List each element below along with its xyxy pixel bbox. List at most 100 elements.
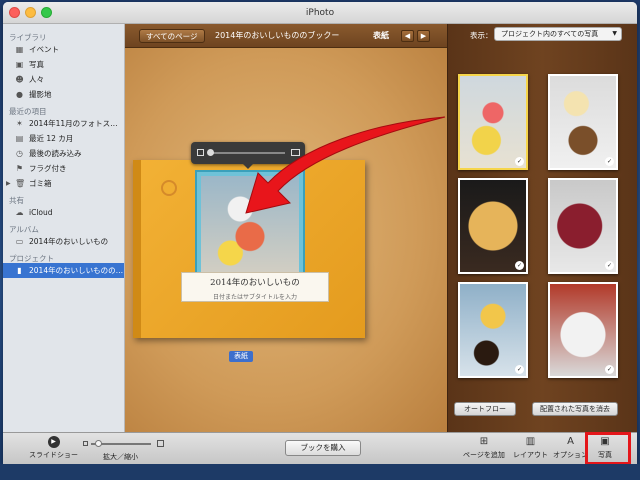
annotation-arrow-shape [245, 116, 446, 214]
calendar-icon: ▤ [15, 134, 24, 143]
autoflow-button[interactable]: オートフロー [454, 402, 516, 416]
sidebar-item-places[interactable]: ● 撮影地 [3, 87, 124, 102]
last-import-icon: ◷ [16, 149, 23, 158]
previous-page-button[interactable]: ◀ [401, 30, 414, 42]
current-page-label: 表紙 [373, 31, 389, 40]
zoom-slider-knob[interactable] [95, 440, 102, 447]
add-page-button[interactable]: ⊞ ページを追加 [463, 436, 505, 460]
slideshow-button[interactable]: ▶ スライドショー [29, 436, 78, 460]
cover-title[interactable]: 2014年のおいしいもの [182, 276, 328, 288]
options-label: オプション [553, 451, 588, 459]
photo-thumbnail[interactable]: ✓ [548, 74, 618, 170]
annotation-arrow [245, 116, 446, 214]
bottom-toolbar: ▶ スライドショー 拡大／縮小 ブックを購入 ⊞ ページを追加 ▥ レイアウト … [3, 432, 637, 464]
trash-icon: 🗑 [15, 179, 26, 188]
sidebar-item-label: 2014年のおいしいものの… [29, 266, 124, 275]
photos-icon: ▣ [15, 60, 24, 69]
sidebar-item-label: 人々 [29, 75, 44, 84]
close-button[interactable] [9, 7, 20, 18]
title-bar: iPhoto [3, 2, 637, 24]
sidebar-item-photos[interactable]: ▣ 写真 [3, 57, 124, 72]
book-title: 2014年のおいしいもののブックー [215, 31, 340, 40]
sidebar-item-label: 2014年11月のフォトス… [29, 119, 118, 128]
play-icon: ▶ [47, 436, 60, 448]
layout-button[interactable]: ▥ レイアウト [513, 436, 548, 460]
photo-thumbnail[interactable]: ✓ [458, 282, 528, 378]
disclosure-triangle-icon[interactable]: ▶ [6, 176, 11, 191]
sidebar-header-recent: 最近の項目 [9, 107, 47, 116]
sidebar-header-albums: アルバム [9, 225, 39, 234]
events-icon: ▦ [15, 45, 24, 54]
view-label: 表示： [470, 31, 493, 40]
places-icon: ● [16, 90, 23, 99]
sidebar-item-book-project[interactable]: ▮ 2014年のおいしいものの… [3, 263, 124, 278]
flag-icon: ⚑ [15, 164, 24, 173]
sidebar-item-label: iCloud [29, 208, 53, 217]
album-icon: ▭ [15, 237, 24, 246]
book-icon: ▮ [17, 266, 22, 275]
small-zoom-icon [83, 441, 88, 446]
next-page-button[interactable]: ▶ [417, 30, 430, 42]
photostream-icon: ✶ [16, 119, 23, 128]
sidebar-item-faces[interactable]: ☻ 人々 [3, 72, 124, 87]
iphoto-window: iPhoto ライブラリ ▦ イベント ▣ 写真 ☻ 人々 ● 撮影地 最近の項目 ✶ 2… [3, 2, 637, 464]
checkmark-icon: ✓ [515, 157, 524, 166]
book-header-bar: すべてのページ 2014年のおいしいもののブックー 表紙 ◀ ▶ [125, 24, 447, 48]
sidebar-item-label: イベント [29, 45, 59, 54]
arrow-right-icon: ▶ [420, 32, 427, 40]
checkmark-icon: ✓ [605, 157, 614, 166]
sidebar-item-trash[interactable]: ▶ 🗑 ゴミ箱 [3, 176, 124, 191]
checkmark-icon: ✓ [515, 365, 524, 374]
arrow-left-icon: ◀ [404, 32, 411, 40]
sidebar-item-label: 2014年のおいしいもの [29, 237, 109, 246]
zoom-label: 拡大／縮小 [103, 453, 138, 461]
photo-thumbnail[interactable]: ✓ [458, 74, 528, 170]
sidebar-item-album[interactable]: ▭ 2014年のおいしいもの [3, 234, 124, 249]
cover-page-tag[interactable]: 表紙 [229, 351, 253, 362]
photo-browser: 表示： プロジェクト内のすべての写真 ▼ ✓ ✓ ✓ ✓ ✓ ✓ オートフロー 配… [447, 24, 637, 432]
view-select[interactable]: プロジェクト内のすべての写真 ▼ [494, 27, 622, 41]
sidebar: ライブラリ ▦ イベント ▣ 写真 ☻ 人々 ● 撮影地 最近の項目 ✶ 2014年11月… [3, 24, 125, 432]
sidebar-item-label: 最後の読み込み [29, 149, 82, 158]
faces-icon: ☻ [15, 75, 24, 84]
options-button[interactable]: A オプション [553, 436, 588, 460]
photo-thumbnail[interactable]: ✓ [548, 178, 618, 274]
sidebar-item-label: フラグ付き [29, 164, 67, 173]
checkmark-icon: ✓ [515, 261, 524, 270]
sidebar-item-icloud[interactable]: ☁ iCloud [3, 205, 124, 220]
sidebar-item-label: 最近 12 カ月 [29, 134, 74, 143]
sidebar-item-photostream[interactable]: ✶ 2014年11月のフォトス… [3, 116, 124, 131]
large-zoom-icon [157, 440, 164, 447]
book-editor: すべてのページ 2014年のおいしいもののブックー 表紙 ◀ ▶ 2014年のお… [125, 24, 447, 432]
buy-book-button[interactable]: ブックを購入 [285, 440, 361, 456]
sidebar-item-label: 写真 [29, 60, 44, 69]
sidebar-item-last-import[interactable]: ◷ 最後の読み込み [3, 146, 124, 161]
chevron-down-icon: ▼ [612, 30, 617, 37]
sidebar-item-label: ゴミ箱 [29, 179, 52, 188]
photo-thumbnail[interactable]: ✓ [548, 282, 618, 378]
sidebar-item-label: 撮影地 [29, 90, 52, 99]
minimize-button[interactable] [25, 7, 36, 18]
photo-thumbnail[interactable]: ✓ [458, 178, 528, 274]
add-page-icon: ⊞ [479, 436, 489, 447]
window-title: iPhoto [305, 8, 335, 18]
desktop-background [0, 464, 640, 480]
slideshow-label: スライドショー [29, 451, 78, 459]
options-icon: A [567, 436, 574, 447]
sidebar-item-events[interactable]: ▦ イベント [3, 42, 124, 57]
cover-subtitle[interactable]: 日付またはサブタイトルを入力 [182, 292, 328, 301]
clear-placed-photos-button[interactable]: 配置された写真を消去 [532, 402, 618, 416]
sidebar-item-last-12-months[interactable]: ▤ 最近 12 カ月 [3, 131, 124, 146]
cloud-icon: ☁ [15, 208, 24, 217]
checkmark-icon: ✓ [605, 261, 614, 270]
layout-icon: ▥ [525, 436, 536, 447]
zoom-window-button[interactable] [41, 7, 52, 18]
sidebar-item-flagged[interactable]: ⚑ フラグ付き [3, 161, 124, 176]
all-pages-button[interactable]: すべてのページ [139, 29, 205, 43]
sidebar-header-shared: 共有 [9, 196, 24, 205]
sidebar-header-library: ライブラリ [9, 33, 47, 42]
add-page-label: ページを追加 [463, 451, 505, 459]
photos-button-highlight [585, 432, 631, 464]
view-select-value: プロジェクト内のすべての写真 [501, 30, 599, 38]
cover-caption[interactable]: 2014年のおいしいもの 日付またはサブタイトルを入力 [181, 272, 329, 302]
